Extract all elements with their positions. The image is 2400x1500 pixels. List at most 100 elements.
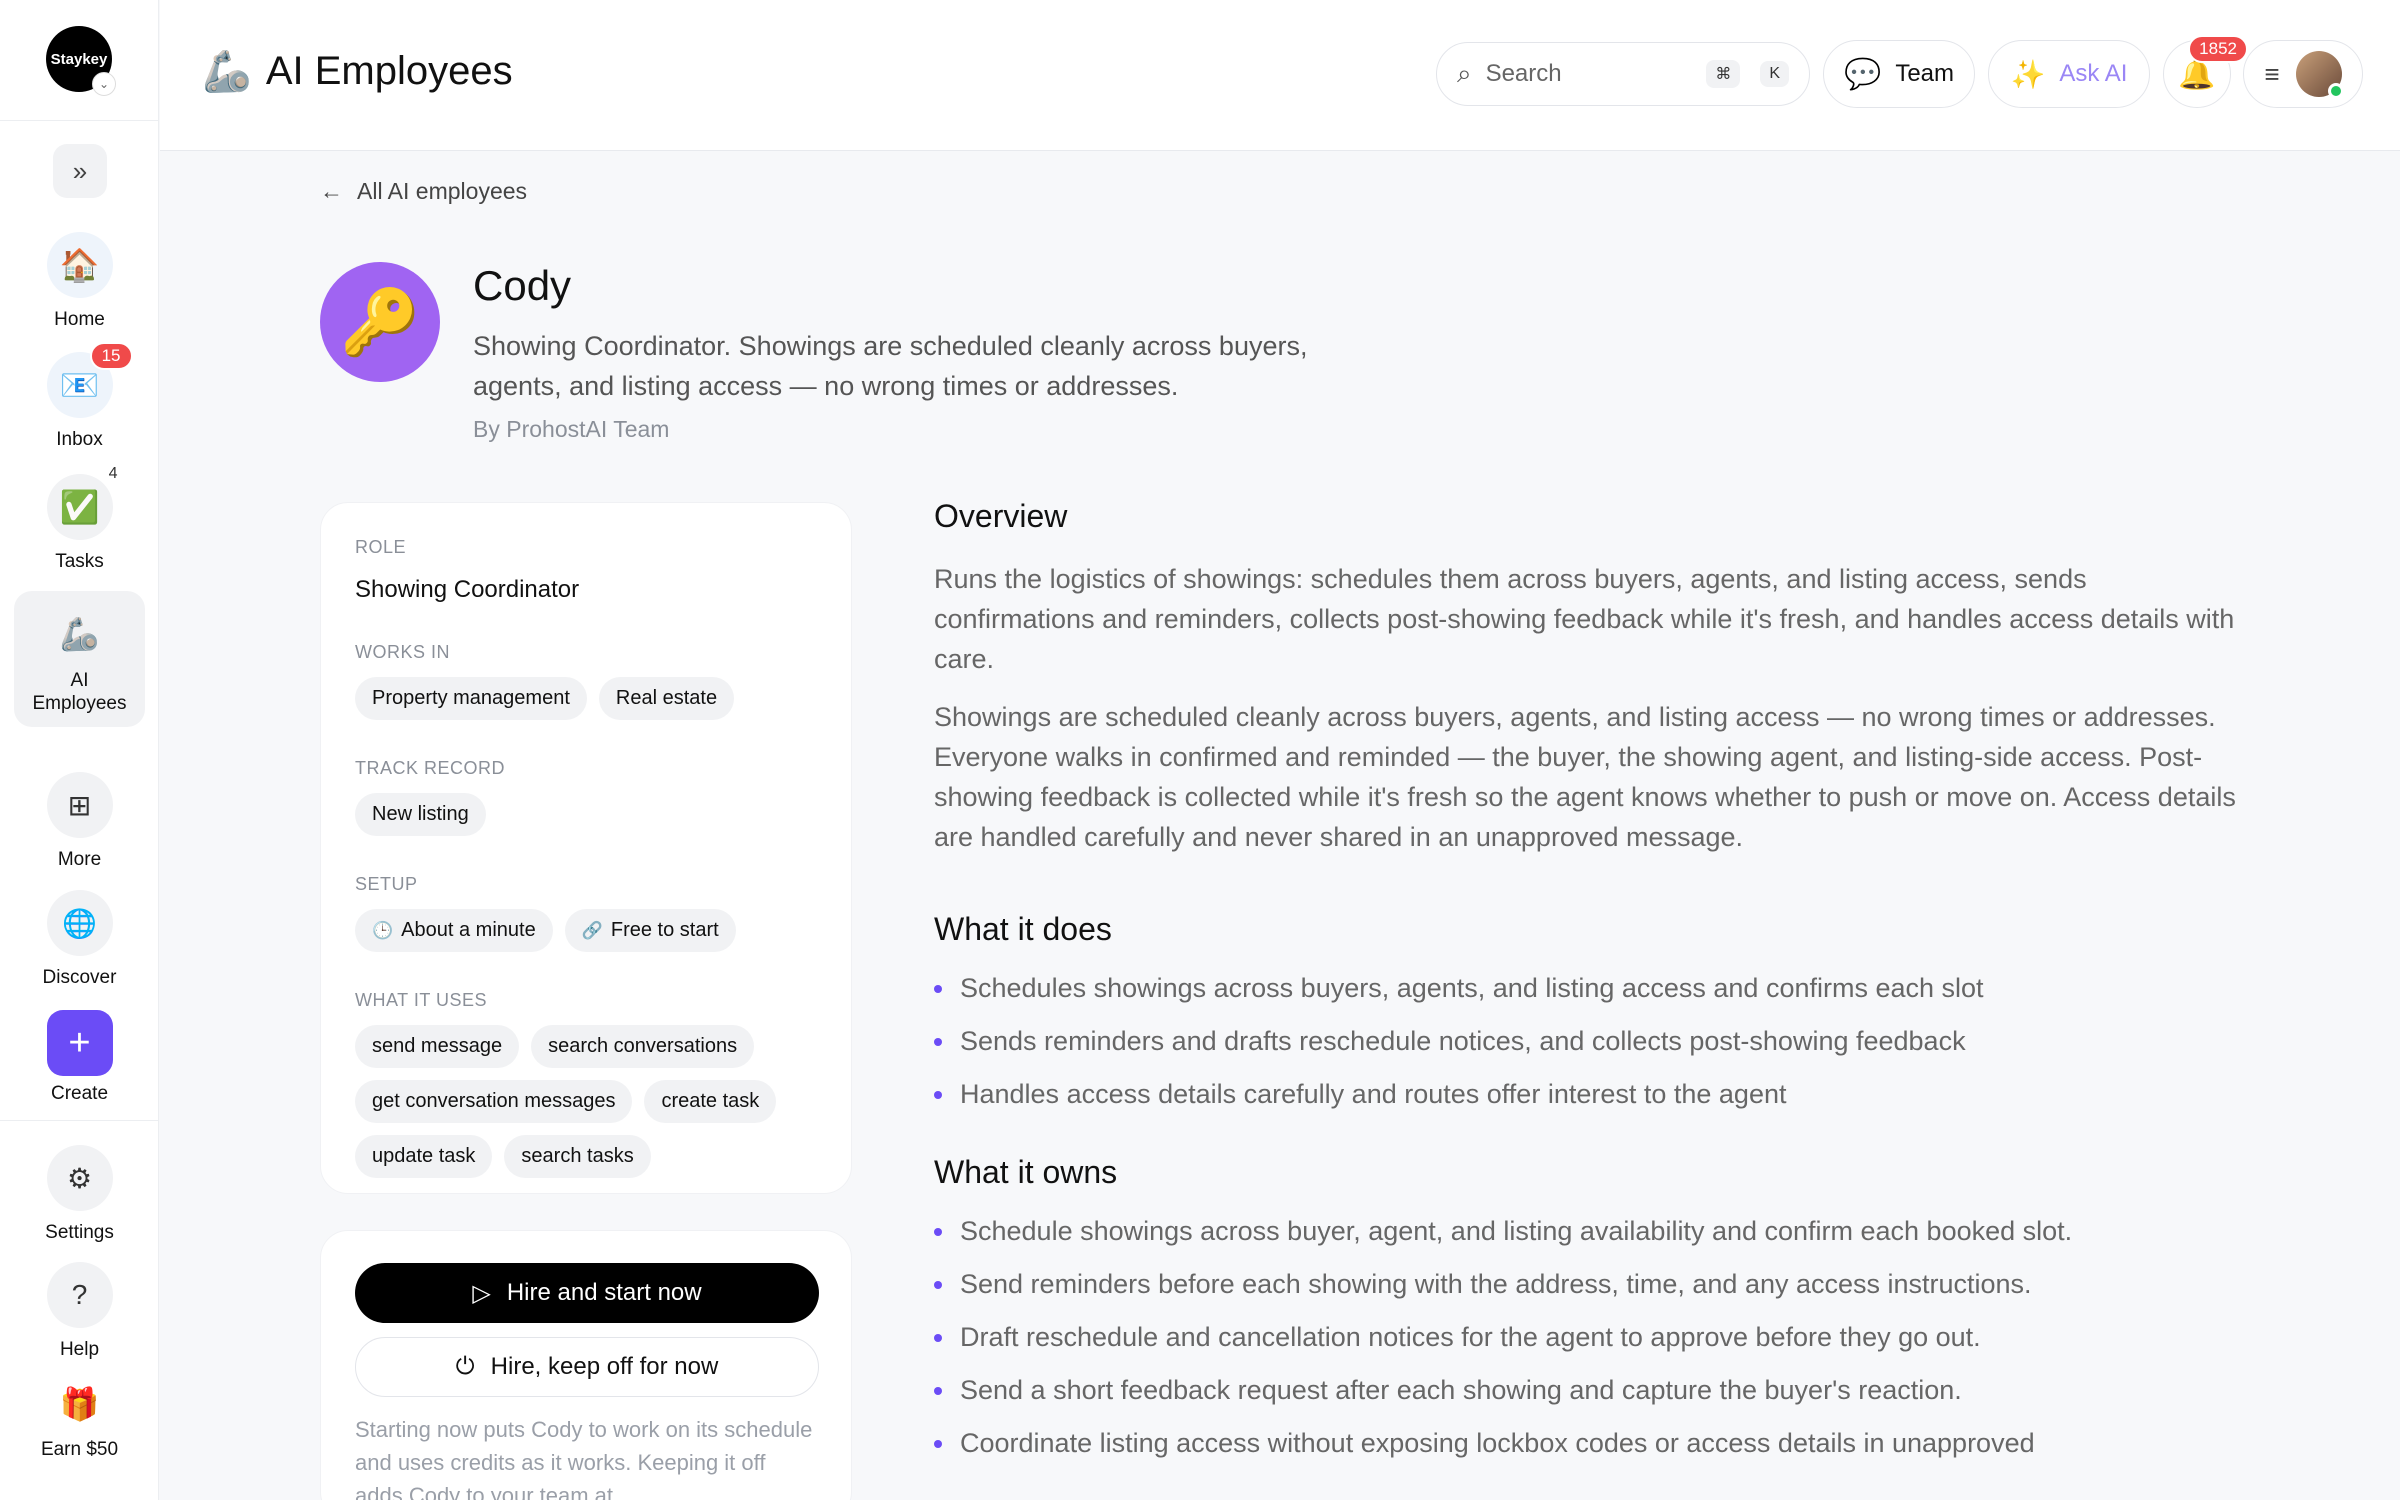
page-title: 🦾 AI Employees	[202, 48, 513, 95]
chat-bubbles-icon: 💬	[1843, 57, 1882, 91]
expand-sidebar-button[interactable]: »	[53, 144, 107, 198]
employee-info-card: ROLE Showing Coordinator WORKS IN Proper…	[320, 502, 852, 1194]
what-it-does-title: What it does	[934, 911, 1112, 947]
what-it-does-section: What it does Schedules showings across b…	[934, 911, 2244, 1114]
employee-details: Overview Runs the logistics of showings:…	[934, 498, 2244, 1476]
sidebar-item-label: Earn $50	[40, 1439, 119, 1460]
list-item: Schedules showings across buyers, agents…	[934, 968, 2244, 1008]
flexed-arm-icon: 🦾	[59, 616, 100, 652]
sidebar-item-label: AI Employees	[32, 670, 127, 714]
sidebar-item-earn[interactable]: 🎁 Earn $50	[14, 1376, 145, 1461]
sidebar-item-inbox[interactable]: 📧 15 Inbox	[14, 342, 145, 451]
hire-start-label: Hire and start now	[506, 1279, 702, 1306]
tool-chips: send message search conversations get co…	[355, 1025, 817, 1178]
inbox-badge: 15	[89, 342, 133, 370]
sidebar-item-home[interactable]: 🏠 Home	[14, 232, 145, 331]
hire-keep-off-label: Hire, keep off for now	[490, 1353, 719, 1380]
top-header: 🦾 AI Employees ⌕ Search ⌘ K 💬 Team ✨ Ask…	[160, 0, 2400, 151]
sidebar-item-more[interactable]: ⊞ More	[14, 772, 145, 871]
tool-chip: send message	[355, 1025, 520, 1068]
ask-ai-label: Ask AI	[2059, 60, 2128, 87]
shortcut-cmd-key: ⌘	[1706, 60, 1741, 88]
employee-description: Showing Coordinator. Showings are schedu…	[473, 331, 1308, 401]
flexed-arm-icon: 🦾	[202, 50, 252, 94]
employee-name: Cody	[473, 262, 572, 309]
sidebar-item-settings[interactable]: ⚙ Settings	[14, 1145, 145, 1244]
sidebar-item-label: Discover	[42, 967, 117, 988]
sidebar-item-create[interactable]: + Create	[14, 1010, 145, 1105]
chip: 🔗 Free to start	[564, 909, 736, 952]
sidebar-item-tasks[interactable]: ✅ 4 Tasks	[14, 464, 145, 573]
grid-icon: ⊞	[46, 772, 113, 838]
what-it-does-list: Schedules showings across buyers, agents…	[934, 968, 2244, 1114]
sidebar-item-help[interactable]: ? Help	[14, 1262, 145, 1361]
sidebar-item-label: Inbox	[56, 429, 103, 450]
setup-chips: 🕒 About a minute 🔗 Free to start	[355, 909, 817, 952]
tool-chip: search conversations	[531, 1025, 755, 1068]
role-label: ROLE	[355, 537, 407, 557]
sidebar-item-discover[interactable]: 🌐 Discover	[14, 890, 145, 989]
sidebar-item-ai-employees[interactable]: 🦾 AI Employees	[14, 591, 145, 727]
works-in-chips: Property management Real estate	[355, 677, 817, 720]
link-icon: 🔗	[581, 920, 603, 940]
team-button-label: Team	[1895, 60, 1955, 87]
plus-icon: +	[46, 1010, 113, 1076]
list-item: Send reminders before each showing with …	[934, 1264, 2244, 1304]
list-item: Schedule showings across buyer, agent, a…	[934, 1211, 2244, 1251]
search-placeholder: Search	[1485, 60, 1562, 87]
page-title-text: AI Employees	[265, 49, 513, 93]
search-icon: ⌕	[1457, 58, 1472, 88]
avatar	[2295, 51, 2344, 99]
sidebar-item-label: More	[57, 849, 102, 870]
key-icon: 🔑	[340, 285, 420, 358]
hire-keep-off-button[interactable]: ⏻ Hire, keep off for now	[355, 1337, 819, 1397]
chip: Property management	[355, 677, 587, 720]
hire-and-start-button[interactable]: ▷ Hire and start now	[355, 1263, 819, 1323]
sidebar-divider	[0, 1120, 159, 1121]
tool-chip: update task	[355, 1135, 493, 1178]
chevron-down-icon: ⌄	[92, 72, 116, 96]
hire-card: ▷ Hire and start now ⏻ Hire, keep off fo…	[320, 1230, 852, 1500]
chip: 🕒 About a minute	[355, 909, 553, 952]
workspace-switcher[interactable]: Staykey ⌄	[46, 26, 116, 96]
overview-paragraph: Runs the logistics of showings: schedule…	[934, 564, 2235, 674]
what-it-owns-title: What it owns	[934, 1154, 1118, 1190]
check-glyph: ✅	[59, 489, 100, 525]
ask-ai-button[interactable]: ✨ Ask AI	[1988, 40, 2150, 108]
employee-avatar: 🔑	[320, 262, 440, 382]
works-in-label: WORKS IN	[355, 642, 451, 662]
arrow-left-icon: ←	[320, 178, 343, 204]
what-it-owns-list: Schedule showings across buyer, agent, a…	[934, 1211, 2244, 1463]
sidebar-item-label: Create	[50, 1083, 109, 1104]
notifications-badge: 1852	[2188, 35, 2248, 63]
account-menu-button[interactable]: ≡	[2243, 40, 2363, 108]
team-button[interactable]: 💬 Team	[1823, 40, 1975, 108]
overview-title: Overview	[934, 498, 1068, 534]
chip-label: Free to start	[610, 919, 719, 941]
double-chevron-right-icon: »	[72, 155, 88, 186]
chip: Real estate	[598, 677, 735, 720]
gift-icon: 🎁	[59, 1386, 100, 1422]
list-item: Coordinate listing access without exposi…	[934, 1423, 2244, 1463]
list-item: Draft reschedule and cancellation notice…	[934, 1317, 2244, 1357]
inbox-icon: 📧 15	[46, 342, 133, 418]
tasks-icon: ✅ 4	[46, 464, 125, 540]
search-input[interactable]: ⌕ Search ⌘ K	[1436, 42, 1810, 106]
inbox-glyph: 📧	[59, 367, 100, 403]
track-record-chips: New listing	[355, 793, 817, 836]
overview-section: Overview Runs the logistics of showings:…	[934, 498, 2244, 857]
chip-label: About a minute	[401, 919, 536, 941]
what-it-uses-label: WHAT IT USES	[355, 990, 488, 1010]
sidebar: Staykey ⌄ » 🏠 Home 📧 15 Inbox ✅ 4 Tasks …	[0, 0, 159, 1500]
setup-label: SETUP	[355, 874, 418, 894]
track-record-label: TRACK RECORD	[355, 758, 506, 778]
notifications-button[interactable]: 🔔 1852	[2163, 35, 2248, 108]
sidebar-item-label: Settings	[45, 1222, 114, 1243]
role-value: Showing Coordinator	[355, 576, 580, 603]
back-to-all-employees-link[interactable]: ← All AI employees	[320, 178, 527, 205]
employee-author: By ProhostAI Team	[473, 416, 670, 442]
sidebar-item-label: Help	[59, 1339, 100, 1360]
back-link-label: All AI employees	[357, 178, 528, 204]
tool-chip: get conversation messages	[355, 1080, 633, 1123]
help-icon: ?	[46, 1262, 113, 1328]
